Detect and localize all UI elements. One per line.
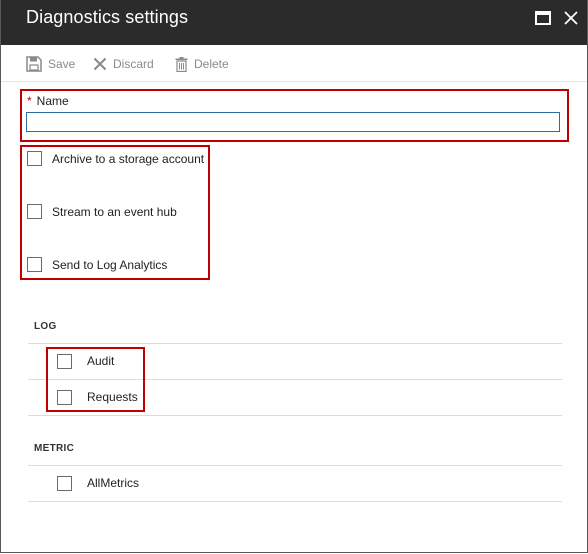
page-title: Diagnostics settings <box>26 7 189 27</box>
allmetrics-checkbox[interactable] <box>57 476 72 491</box>
name-label-text: Name <box>36 94 69 108</box>
required-marker: * <box>27 94 32 108</box>
divider <box>28 501 562 502</box>
title-bar: Diagnostics settings <box>1 0 587 45</box>
metric-item-allmetrics[interactable]: AllMetrics <box>28 466 562 502</box>
discard-label: Discard <box>113 57 154 71</box>
archive-label: Archive to a storage account <box>52 151 205 166</box>
close-button[interactable] <box>561 9 581 29</box>
log-analytics-checkbox[interactable] <box>27 257 42 272</box>
divider <box>28 415 562 416</box>
trash-icon <box>175 56 188 72</box>
name-field-label: * Name <box>27 94 69 108</box>
maximize-icon <box>535 11 551 25</box>
log-section-heading: LOG <box>34 321 57 332</box>
discard-button[interactable]: Discard <box>93 55 154 73</box>
allmetrics-label: AllMetrics <box>87 476 140 490</box>
destination-event-hub-row[interactable]: Stream to an event hub <box>27 204 177 219</box>
close-icon <box>564 11 578 25</box>
archive-checkbox[interactable] <box>27 151 42 166</box>
save-label: Save <box>48 57 76 71</box>
destination-log-analytics-row[interactable]: Send to Log Analytics <box>27 257 167 272</box>
event-hub-checkbox[interactable] <box>27 204 42 219</box>
log-analytics-label: Send to Log Analytics <box>52 257 168 272</box>
delete-button[interactable]: Delete <box>175 55 229 73</box>
diagnostics-settings-blade: Diagnostics settings Save Discard Delete… <box>0 0 588 553</box>
command-toolbar: Save Discard Delete <box>1 45 587 82</box>
close-icon <box>93 57 107 71</box>
delete-label: Delete <box>194 57 229 71</box>
metric-section-heading: METRIC <box>34 443 75 454</box>
maximize-button[interactable] <box>534 9 554 29</box>
event-hub-label: Stream to an event hub <box>52 204 177 219</box>
save-icon <box>26 56 42 72</box>
save-button[interactable]: Save <box>26 55 75 73</box>
name-input[interactable] <box>26 112 560 132</box>
destination-archive-row[interactable]: Archive to a storage account <box>27 151 204 166</box>
log-items-highlight-box <box>46 347 145 412</box>
